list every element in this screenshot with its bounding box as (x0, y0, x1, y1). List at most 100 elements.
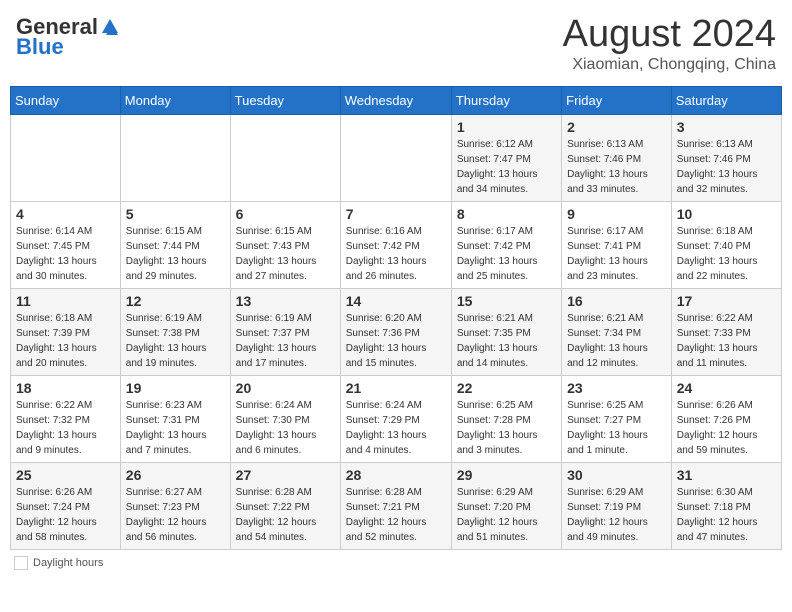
day-number: 20 (236, 380, 335, 396)
calendar-cell: 15Sunrise: 6:21 AM Sunset: 7:35 PM Dayli… (451, 288, 561, 375)
day-number: 21 (346, 380, 446, 396)
weekday-header-wednesday: Wednesday (340, 86, 451, 114)
day-detail: Sunrise: 6:25 AM Sunset: 7:27 PM Dayligh… (567, 398, 666, 458)
day-number: 16 (567, 293, 666, 309)
daylight-legend: Daylight hours (14, 556, 103, 570)
logo-text-blue: Blue (16, 34, 64, 60)
calendar-cell: 13Sunrise: 6:19 AM Sunset: 7:37 PM Dayli… (230, 288, 340, 375)
day-detail: Sunrise: 6:19 AM Sunset: 7:38 PM Dayligh… (126, 311, 225, 371)
day-detail: Sunrise: 6:24 AM Sunset: 7:30 PM Dayligh… (236, 398, 335, 458)
calendar-cell: 21 Sunrise: 6:24 AM Sunset: 7:29 PM Dayli… (340, 375, 451, 462)
calendar-week-2: 4Sunrise: 6:14 AM Sunset: 7:45 PM Daylig… (11, 201, 782, 288)
day-number: 14 (346, 293, 446, 309)
day-number: 29 (457, 467, 556, 483)
day-detail: Sunrise: 6:25 AM Sunset: 7:28 PM Dayligh… (457, 398, 556, 458)
day-number: 18 (16, 380, 115, 396)
day-number: 19 (126, 380, 225, 396)
weekday-header-row: SundayMondayTuesdayWednesdayThursdayFrid… (11, 86, 782, 114)
daylight-color-box (14, 556, 28, 570)
calendar-cell: 20 Sunrise: 6:24 AM Sunset: 7:30 PM Dayli… (230, 375, 340, 462)
calendar-cell: 2 Sunrise: 6:13 AM Sunset: 7:46 PM Daylig… (562, 114, 672, 201)
calendar-cell: 16Sunrise: 6:21 AM Sunset: 7:34 PM Dayli… (562, 288, 672, 375)
day-number: 9 (567, 206, 666, 222)
calendar-cell (120, 114, 230, 201)
calendar-week-1: 1 Sunrise: 6:12 AM Sunset: 7:47 PM Daylig… (11, 114, 782, 201)
day-detail: Sunrise: 6:15 AM Sunset: 7:44 PM Dayligh… (126, 224, 225, 284)
day-number: 2 (567, 119, 666, 135)
day-number: 25 (16, 467, 115, 483)
calendar-cell: 24Sunrise: 6:26 AM Sunset: 7:26 PM Dayli… (671, 375, 781, 462)
day-detail: Sunrise: 6:28 AM Sunset: 7:21 PM Dayligh… (346, 485, 446, 545)
day-detail: Sunrise: 6:13 AM Sunset: 7:46 PM Dayligh… (567, 137, 666, 197)
day-number: 6 (236, 206, 335, 222)
day-detail: Sunrise: 6:27 AM Sunset: 7:23 PM Dayligh… (126, 485, 225, 545)
day-detail: Sunrise: 6:26 AM Sunset: 7:26 PM Dayligh… (677, 398, 776, 458)
calendar-cell: 7Sunrise: 6:16 AM Sunset: 7:42 PM Daylig… (340, 201, 451, 288)
calendar-cell (340, 114, 451, 201)
day-number: 30 (567, 467, 666, 483)
day-detail: Sunrise: 6:29 AM Sunset: 7:19 PM Dayligh… (567, 485, 666, 545)
weekday-header-saturday: Saturday (671, 86, 781, 114)
calendar-cell: 6 Sunrise: 6:15 AM Sunset: 7:43 PM Daylig… (230, 201, 340, 288)
calendar-cell: 14 Sunrise: 6:20 AM Sunset: 7:36 PM Dayli… (340, 288, 451, 375)
calendar-cell: 23Sunrise: 6:25 AM Sunset: 7:27 PM Dayli… (562, 375, 672, 462)
calendar-cell: 27 Sunrise: 6:28 AM Sunset: 7:22 PM Dayli… (230, 462, 340, 549)
calendar-cell: 26Sunrise: 6:27 AM Sunset: 7:23 PM Dayli… (120, 462, 230, 549)
day-number: 3 (677, 119, 776, 135)
day-number: 31 (677, 467, 776, 483)
day-number: 10 (677, 206, 776, 222)
day-detail: Sunrise: 6:18 AM Sunset: 7:39 PM Dayligh… (16, 311, 115, 371)
calendar-cell: 17 Sunrise: 6:22 AM Sunset: 7:33 PM Dayli… (671, 288, 781, 375)
subtitle: Xiaomian, Chongqing, China (563, 56, 776, 74)
day-number: 27 (236, 467, 335, 483)
day-number: 11 (16, 293, 115, 309)
day-number: 8 (457, 206, 556, 222)
day-detail: Sunrise: 6:26 AM Sunset: 7:24 PM Dayligh… (16, 485, 115, 545)
calendar-week-5: 25 Sunrise: 6:26 AM Sunset: 7:24 PM Dayli… (11, 462, 782, 549)
calendar-cell: 12 Sunrise: 6:19 AM Sunset: 7:38 PM Dayli… (120, 288, 230, 375)
day-number: 1 (457, 119, 556, 135)
weekday-header-friday: Friday (562, 86, 672, 114)
day-detail: Sunrise: 6:28 AM Sunset: 7:22 PM Dayligh… (236, 485, 335, 545)
day-number: 5 (126, 206, 225, 222)
day-detail: Sunrise: 6:22 AM Sunset: 7:33 PM Dayligh… (677, 311, 776, 371)
day-number: 13 (236, 293, 335, 309)
calendar-cell: 1 Sunrise: 6:12 AM Sunset: 7:47 PM Daylig… (451, 114, 561, 201)
day-detail: Sunrise: 6:18 AM Sunset: 7:40 PM Dayligh… (677, 224, 776, 284)
calendar-week-3: 11 Sunrise: 6:18 AM Sunset: 7:39 PM Dayli… (11, 288, 782, 375)
day-detail: Sunrise: 6:22 AM Sunset: 7:32 PM Dayligh… (16, 398, 115, 458)
calendar-cell: 30 Sunrise: 6:29 AM Sunset: 7:19 PM Dayli… (562, 462, 672, 549)
calendar-cell: 19 Sunrise: 6:23 AM Sunset: 7:31 PM Dayli… (120, 375, 230, 462)
day-detail: Sunrise: 6:13 AM Sunset: 7:46 PM Dayligh… (677, 137, 776, 197)
calendar-cell: 31Sunrise: 6:30 AM Sunset: 7:18 PM Dayli… (671, 462, 781, 549)
calendar-cell: 22 Sunrise: 6:25 AM Sunset: 7:28 PM Dayli… (451, 375, 561, 462)
day-detail: Sunrise: 6:24 AM Sunset: 7:29 PM Dayligh… (346, 398, 446, 458)
weekday-header-sunday: Sunday (11, 86, 121, 114)
main-title: August 2024 (563, 14, 776, 56)
day-number: 4 (16, 206, 115, 222)
day-detail: Sunrise: 6:17 AM Sunset: 7:41 PM Dayligh… (567, 224, 666, 284)
calendar-cell: 18 Sunrise: 6:22 AM Sunset: 7:32 PM Dayli… (11, 375, 121, 462)
calendar-cell: 28Sunrise: 6:28 AM Sunset: 7:21 PM Dayli… (340, 462, 451, 549)
day-detail: Sunrise: 6:20 AM Sunset: 7:36 PM Dayligh… (346, 311, 446, 371)
calendar-cell: 11 Sunrise: 6:18 AM Sunset: 7:39 PM Dayli… (11, 288, 121, 375)
day-detail: Sunrise: 6:29 AM Sunset: 7:20 PM Dayligh… (457, 485, 556, 545)
day-detail: Sunrise: 6:16 AM Sunset: 7:42 PM Dayligh… (346, 224, 446, 284)
calendar-cell: 29 Sunrise: 6:29 AM Sunset: 7:20 PM Dayli… (451, 462, 561, 549)
day-number: 17 (677, 293, 776, 309)
weekday-header-tuesday: Tuesday (230, 86, 340, 114)
calendar-cell: 25 Sunrise: 6:26 AM Sunset: 7:24 PM Dayli… (11, 462, 121, 549)
calendar-cell (230, 114, 340, 201)
weekday-header-thursday: Thursday (451, 86, 561, 114)
day-detail: Sunrise: 6:23 AM Sunset: 7:31 PM Dayligh… (126, 398, 225, 458)
title-area: August 2024 Xiaomian, Chongqing, China (563, 14, 776, 74)
daylight-label: Daylight hours (33, 557, 103, 569)
calendar-cell: 10 Sunrise: 6:18 AM Sunset: 7:40 PM Dayli… (671, 201, 781, 288)
day-number: 12 (126, 293, 225, 309)
day-detail: Sunrise: 6:17 AM Sunset: 7:42 PM Dayligh… (457, 224, 556, 284)
calendar-cell: 8 Sunrise: 6:17 AM Sunset: 7:42 PM Daylig… (451, 201, 561, 288)
day-number: 22 (457, 380, 556, 396)
day-detail: Sunrise: 6:12 AM Sunset: 7:47 PM Dayligh… (457, 137, 556, 197)
day-detail: Sunrise: 6:15 AM Sunset: 7:43 PM Dayligh… (236, 224, 335, 284)
day-detail: Sunrise: 6:21 AM Sunset: 7:35 PM Dayligh… (457, 311, 556, 371)
